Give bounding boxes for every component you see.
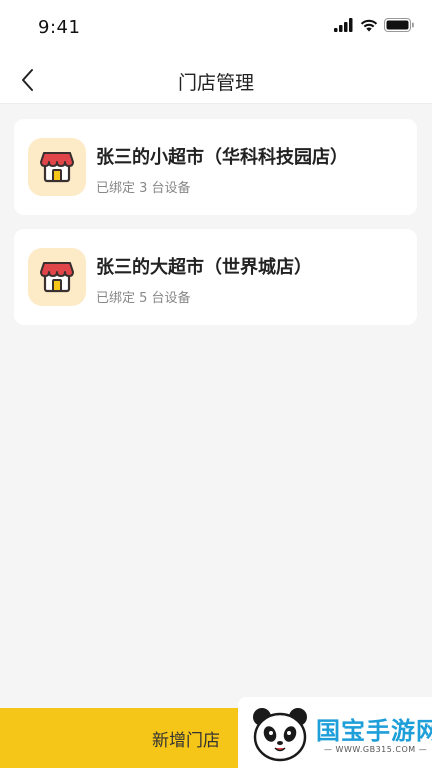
watermark-url: — WWW.GB315.COM — [324,745,428,754]
store-name: 张三的大超市（世界城店） [96,257,312,278]
watermark-logo: 国宝手游网 — WWW.GB315.COM — [238,697,432,768]
store-name: 张三的小超市（华科科技园店） [96,147,348,168]
store-device-count: 已绑定 5 台设备 [96,291,191,306]
nav-bar: 门店管理 [0,56,432,104]
watermark-text: 国宝手游网 [316,717,432,745]
wifi-icon [360,19,378,32]
store-card[interactable]: 张三的小超市（华科科技园店） 已绑定 3 台设备 [14,119,417,215]
store-icon [28,248,86,306]
store-list: 张三的小超市（华科科技园店） 已绑定 3 台设备 张三的大超市（世界城店） 已绑… [14,119,417,339]
store-device-count: 已绑定 3 台设备 [96,181,191,196]
status-time: 9:41 [38,17,81,38]
store-icon [28,138,86,196]
shop-icon [40,262,74,293]
panda-icon [253,708,307,762]
add-store-label: 新增门店 [152,730,220,751]
status-bar: 9:41 [0,0,432,56]
store-card[interactable]: 张三的大超市（世界城店） 已绑定 5 台设备 [14,229,417,325]
battery-icon [384,18,414,32]
status-icons [334,18,414,32]
page-title: 门店管理 [177,72,254,94]
shop-icon [40,152,74,183]
cellular-signal-icon [334,18,353,32]
